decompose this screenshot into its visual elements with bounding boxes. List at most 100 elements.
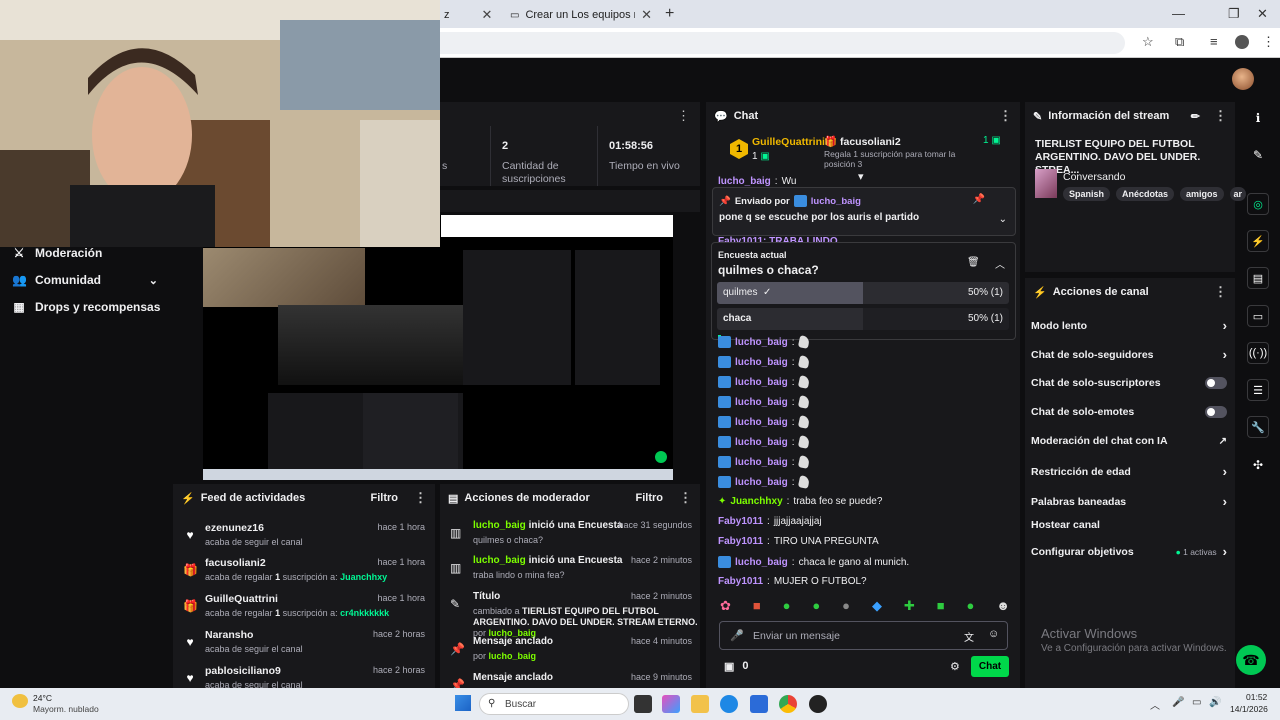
wrench-icon[interactable]: 🔧	[1247, 416, 1269, 438]
emote-icon[interactable]: ✿	[720, 598, 731, 616]
nav-drops[interactable]: ▦ Drops y recompensas	[12, 300, 160, 314]
settings-icon[interactable]: ⚙	[950, 660, 960, 673]
chevron-up-icon[interactable]: ︿	[995, 256, 1005, 271]
channel-points[interactable]: ▣ 0	[724, 660, 749, 673]
emote-icon[interactable]: ●	[966, 598, 974, 616]
mod-filter-button[interactable]: Filtro	[636, 492, 664, 504]
info-icon[interactable]: ℹ	[1250, 110, 1266, 126]
action-goals[interactable]: Configurar objetivos ● 1 activas ›	[1031, 544, 1227, 559]
emote-icon[interactable]: ✚	[904, 598, 915, 616]
mic-icon[interactable]: 🎤	[1172, 697, 1184, 708]
unpin-icon[interactable]: 📌	[973, 194, 985, 205]
mod-user[interactable]: lucho_baig	[473, 520, 526, 531]
leader-name[interactable]: GuilleQuattrini	[752, 136, 825, 148]
emote-icon[interactable]: ☻	[996, 598, 1010, 616]
chat-send-button[interactable]: Chat	[971, 656, 1009, 677]
windows-start-icon[interactable]	[455, 695, 471, 711]
nav-moderacion[interactable]: ⚔ Moderación	[12, 246, 103, 260]
minimize-icon[interactable]: —	[1172, 6, 1185, 21]
maximize-icon[interactable]: ❐	[1228, 6, 1240, 22]
action-age-restriction[interactable]: Restricción de edad ›	[1031, 464, 1227, 479]
feed-user[interactable]: pablosiciliano9	[205, 665, 281, 677]
chat-user[interactable]: lucho_baig	[735, 377, 788, 388]
feed-recipient[interactable]: cr4nkkkkkk	[340, 608, 389, 618]
volume-icon[interactable]: 🔊	[1209, 697, 1221, 708]
copilot-icon[interactable]	[662, 695, 680, 713]
trash-icon[interactable]: 🗑	[967, 257, 980, 268]
file-explorer-icon[interactable]	[691, 695, 709, 713]
chat-user[interactable]: lucho_baig	[735, 457, 788, 468]
emote-icon[interactable]: ■	[753, 598, 761, 616]
feed-user[interactable]: ezenunez16	[205, 522, 264, 534]
chevron-up-icon[interactable]: ︿	[1150, 697, 1160, 712]
help-button[interactable]: ☎	[1236, 645, 1266, 675]
feed-filter-button[interactable]: Filtro	[371, 492, 399, 504]
chat-user[interactable]: lucho_baig	[735, 417, 788, 428]
browser-tab[interactable]: z ✕	[436, 4, 496, 26]
category-name[interactable]: Conversando	[1063, 171, 1125, 183]
more-icon[interactable]: ⋮	[1214, 108, 1227, 124]
action-subs-only[interactable]: Chat de solo-suscriptores	[1031, 377, 1227, 389]
clip-icon[interactable]: ◎	[1247, 193, 1269, 215]
chat-user[interactable]: lucho_baig	[735, 437, 788, 448]
category-thumbnail[interactable]	[1035, 169, 1057, 198]
collapse-icon[interactable]: ▾	[858, 170, 864, 183]
chat-user[interactable]: lucho_baig	[735, 337, 788, 348]
toggle-switch[interactable]	[1205, 377, 1227, 389]
queue-icon[interactable]: ☰	[1247, 379, 1269, 401]
extensions-icon[interactable]: ⧉	[1175, 34, 1184, 50]
star-icon[interactable]: ☆	[1142, 34, 1154, 50]
broadcast-icon[interactable]: ((·))	[1247, 342, 1269, 364]
chat-user[interactable]: lucho_baig	[735, 397, 788, 408]
browser-tab-active[interactable]: ▭ Crear un Los equipos más gran ✕	[502, 4, 660, 26]
chat-user[interactable]: lucho_baig	[735, 357, 788, 368]
pencil-icon[interactable]: ✎	[1250, 147, 1266, 163]
chat-user[interactable]: lucho_baig	[735, 477, 788, 488]
tag[interactable]: amigos	[1180, 187, 1224, 201]
store-icon[interactable]	[750, 695, 768, 713]
poll-option[interactable]: chaca 50% (1)	[717, 308, 1009, 330]
tag[interactable]: Anécdotas	[1116, 187, 1175, 201]
action-banned-words[interactable]: Palabras baneadas ›	[1031, 494, 1227, 509]
media-icon[interactable]: ≡	[1210, 34, 1218, 49]
more-menu-icon[interactable]: ⋮	[1262, 34, 1275, 50]
emote-icon[interactable]: ●	[842, 598, 850, 616]
chat-user[interactable]: lucho_baig	[735, 557, 788, 568]
gifter[interactable]: 🎁 facusoliani2	[824, 135, 901, 148]
translate-icon[interactable]: 文	[964, 629, 974, 644]
mic-icon[interactable]: 🎤	[730, 629, 744, 642]
chat-user[interactable]: lucho_baig	[718, 176, 771, 187]
extensions-icon[interactable]: ✣	[1250, 457, 1266, 473]
obs-icon[interactable]	[809, 695, 827, 713]
emote-icon[interactable]: ■	[937, 598, 945, 616]
more-icon[interactable]: ⋮	[679, 490, 692, 506]
more-icon[interactable]: ⋮	[999, 108, 1012, 124]
pinned-user[interactable]: lucho_baig	[811, 196, 861, 207]
chat-user[interactable]: Faby1011	[718, 516, 763, 527]
chat-user[interactable]: Juanchhxy	[730, 496, 782, 507]
action-host[interactable]: Hostear canal	[1031, 519, 1227, 531]
action-slow-mode[interactable]: Modo lento ›	[1031, 318, 1227, 333]
stats-icon[interactable]: ▤	[1247, 267, 1269, 289]
mod-user[interactable]: lucho_baig	[473, 555, 526, 566]
new-tab-icon[interactable]: +	[665, 5, 674, 23]
emote-icon[interactable]: ◆	[872, 598, 882, 616]
chat-icon[interactable]: ▭	[1247, 305, 1269, 327]
emoji-icon[interactable]: ☺	[988, 628, 999, 640]
poll-option[interactable]: quilmes ✓ 50% (1)	[717, 282, 1009, 304]
close-tab-icon[interactable]: ✕	[641, 7, 652, 23]
edge-icon[interactable]	[720, 695, 738, 713]
more-icon[interactable]: ⋮	[414, 490, 427, 506]
action-followers-only[interactable]: Chat de solo-seguidores ›	[1031, 347, 1227, 362]
chat-user[interactable]: Faby1011	[718, 536, 763, 547]
action-ai-moderation[interactable]: Moderación del chat con IA ↗	[1031, 435, 1227, 447]
chrome-icon[interactable]	[779, 695, 797, 713]
user-avatar[interactable]	[1232, 68, 1254, 90]
feed-user[interactable]: GuilleQuattrini	[205, 593, 278, 605]
emote-icon[interactable]: ●	[812, 598, 820, 616]
mod-user[interactable]: lucho_baig	[489, 651, 537, 661]
toggle-switch[interactable]	[1205, 406, 1227, 418]
nav-comunidad[interactable]: 👥 Comunidad ⌄	[12, 273, 158, 287]
emote-icon[interactable]: ●	[783, 598, 791, 616]
feed-user[interactable]: Naransho	[205, 629, 253, 641]
